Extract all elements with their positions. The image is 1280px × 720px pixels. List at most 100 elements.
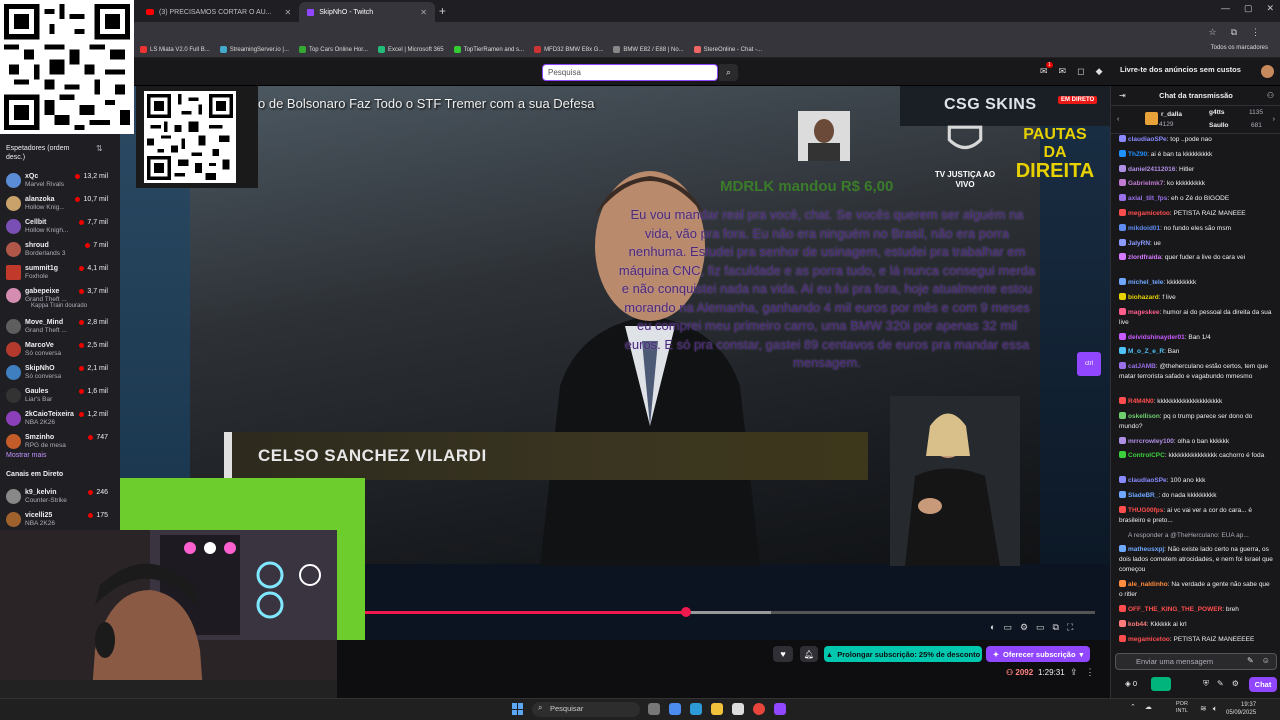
bookmark-item[interactable]: MFD32 BMW E8x G... — [534, 46, 603, 53]
chevron-left-icon[interactable]: ‹ — [1117, 116, 1119, 123]
chat-username[interactable]: megamicetoo — [1128, 210, 1170, 217]
all-bookmarks[interactable]: Todos os marcadores — [1211, 45, 1268, 51]
chat-username[interactable]: oskellison — [1128, 413, 1160, 420]
chat-username[interactable]: ale_naldinho — [1128, 581, 1168, 588]
search-input[interactable]: Pesquisa — [542, 64, 718, 81]
bookmark-item[interactable]: BMW E82 / E88 | No... — [613, 46, 684, 53]
adfree-link[interactable]: Livre-te dos anúncios sem custos — [1120, 65, 1241, 74]
channel-points[interactable]: ◈ 0 — [1125, 679, 1137, 688]
chat-username[interactable]: ThZ90 — [1128, 151, 1147, 158]
progress-handle[interactable] — [681, 607, 692, 617]
sidebar-item-move-mind[interactable]: Move_Mind Grand Theft ... 2,8 mil — [0, 316, 118, 340]
bookmark-item[interactable]: StreamingServer.io |... — [219, 46, 289, 53]
maximize-icon[interactable]: ▢ — [1244, 3, 1253, 14]
chat-send-button[interactable]: Chat — [1249, 677, 1277, 692]
edge-icon[interactable] — [690, 703, 702, 715]
sidebar-item-alanzoka[interactable]: alanzoka Hollow Knig... 10,7 mil — [0, 193, 118, 217]
search-button[interactable]: ⌕ — [719, 64, 738, 81]
chat-username[interactable]: claudiaoSPe — [1128, 477, 1167, 484]
emote-icon[interactable]: ☺ — [1262, 656, 1270, 665]
follow-button[interactable]: ♥ — [773, 646, 793, 662]
taskview-icon[interactable] — [648, 703, 660, 715]
notifications-icon[interactable]: ✉ — [1040, 66, 1048, 77]
wifi-icon[interactable]: ≋ — [1200, 704, 1207, 714]
crown-icon[interactable]: ◆ — [1096, 66, 1103, 77]
close-window-icon[interactable]: ✕ — [1266, 3, 1274, 14]
chevron-up-icon[interactable]: ⌃ — [1130, 703, 1136, 711]
sidebar-item-k9-kelvin[interactable]: k9_kelvin Counter-Strike 246 — [0, 486, 118, 510]
user-avatar[interactable] — [1261, 65, 1274, 78]
gear-icon[interactable]: ⚙ — [1232, 679, 1239, 689]
show-more-link[interactable]: Mostrar mais — [6, 452, 46, 459]
chat-username[interactable]: ControlCPC — [1128, 452, 1165, 459]
sidebar-item-2kcaioteixeira[interactable]: 2kCaioTeixeira NBA 2K26 1,2 mil — [0, 408, 118, 432]
settings-icon[interactable]: ⚙ — [1020, 622, 1028, 633]
fullscreen-icon[interactable]: ⛶ — [1067, 622, 1073, 633]
tab-twitch[interactable]: SkipNhO - Twitch ✕ — [299, 2, 435, 22]
users-icon[interactable]: ⚇ — [1267, 91, 1274, 100]
sidebar-item-marcove[interactable]: MarcoVe Só conversa 2,5 mil — [0, 339, 118, 363]
chat-username[interactable]: JalyRN — [1128, 240, 1150, 247]
notifications-button[interactable]: 🔔︎ — [800, 646, 818, 662]
bits-button[interactable] — [1151, 677, 1171, 691]
chat-username[interactable]: M_o_Z_e_R — [1128, 348, 1164, 355]
bookmark-item[interactable]: Excel | Microsoft 365 — [377, 46, 444, 53]
chat-username[interactable]: Gabrielmk7 — [1128, 180, 1163, 187]
chevron-right-icon[interactable]: › — [1273, 116, 1275, 123]
tab-youtube[interactable]: (3) PRECISAMOS CORTAR O AU... ✕ — [138, 2, 299, 22]
chat-username[interactable]: mageskee — [1128, 309, 1159, 316]
chat-username[interactable]: megamicetoo — [1128, 636, 1170, 643]
chat-username[interactable]: daniel24112016 — [1128, 166, 1175, 173]
explorer-icon[interactable] — [711, 703, 723, 715]
chat-username[interactable]: OFF_THE_KING_THE_POWER — [1128, 606, 1222, 613]
sidebar-item-skipnho[interactable]: SkipNhO Só conversa 2,1 mil — [0, 362, 118, 386]
copilot-icon[interactable] — [669, 703, 681, 715]
cloud-icon[interactable]: ☁ — [1145, 703, 1152, 711]
bookmark-item[interactable]: StereOnline - Chat -... — [693, 46, 762, 53]
windows-start-icon[interactable] — [512, 703, 524, 715]
chat-username[interactable]: mikdoid01 — [1128, 225, 1160, 232]
gift-subscription-button[interactable]: ✦ Oferecer subscrição ▾ — [986, 646, 1090, 662]
input-language[interactable]: POR INTL — [1176, 701, 1188, 715]
chat-username[interactable]: kob44 — [1128, 621, 1147, 628]
taskbar-search[interactable]: ⌕ Pesquisar — [532, 702, 640, 717]
sidebar-item-cellbit[interactable]: Cellbit Hollow Knigh... 7,7 mil — [0, 216, 118, 240]
sort-icon[interactable]: ⇅ — [96, 144, 103, 153]
bookmark-item[interactable]: Top Cars Online Hor... — [298, 46, 368, 53]
extensions-icon[interactable]: ⧉ — [1231, 27, 1237, 38]
twitch-app-icon[interactable] — [774, 703, 786, 715]
bookmark-item[interactable]: TopTierRamen and s... — [453, 46, 524, 53]
sidebar-item-gaules[interactable]: Gaules Liar's Bar 1,6 mil — [0, 385, 118, 409]
extension-badge[interactable]: ctrl — [1077, 352, 1101, 376]
sidebar-item-summit1g[interactable]: summit1g Foxhole 4,1 mil — [0, 262, 118, 286]
inbox-icon[interactable]: ✉ — [1059, 66, 1067, 77]
shield-icon[interactable]: ⛨ — [1203, 679, 1209, 689]
menu-icon[interactable]: ⋮ — [1251, 27, 1260, 38]
new-tab-button[interactable]: + — [439, 4, 446, 18]
sidebar-item-xqc[interactable]: xQc Marvel Rivals 13,2 mil — [0, 170, 118, 194]
toggle-icon[interactable]: ◐ — [990, 622, 995, 633]
more-icon[interactable]: ⋮ — [1086, 667, 1095, 678]
minimize-icon[interactable]: — — [1221, 3, 1230, 14]
chat-username[interactable]: SladeBR_ — [1128, 492, 1158, 499]
captions-icon[interactable]: ▭ — [1003, 622, 1012, 633]
close-icon[interactable]: ✕ — [285, 8, 292, 17]
chat-username[interactable]: deividshinayder01 — [1128, 334, 1185, 341]
chat-username[interactable]: biohazard — [1128, 294, 1159, 301]
chat-username[interactable]: THUG00fps — [1128, 507, 1163, 514]
taskbar-clock[interactable]: 19:37 05/09/2025 — [1226, 701, 1256, 717]
chat-username[interactable]: claudiaoSPe — [1128, 136, 1167, 143]
close-icon[interactable]: ✕ — [420, 8, 427, 17]
bookmark-item[interactable]: LS Miata V2.0 Full B... — [140, 46, 210, 53]
star-icon[interactable]: ☆ — [1208, 27, 1216, 38]
sidebar-item-shroud[interactable]: shroud Borderlands 3 7 mil — [0, 239, 118, 263]
chat-username[interactable]: catJAMB — [1128, 363, 1156, 370]
theater-icon[interactable]: ▭ — [1036, 622, 1045, 633]
share-icon[interactable]: ⇪ — [1070, 667, 1078, 678]
pencil-icon[interactable]: ✎ — [1217, 679, 1224, 689]
extend-subscription-button[interactable]: ▲ Prolongar subscrição: 25% de desconto — [824, 646, 982, 662]
chat-username[interactable]: zlordfraida — [1128, 254, 1161, 261]
chat-username[interactable]: michel_tele — [1128, 279, 1163, 286]
bits-icon[interactable]: ✎ — [1247, 656, 1254, 665]
chat-username[interactable]: mrrcrowley100 — [1128, 438, 1174, 445]
